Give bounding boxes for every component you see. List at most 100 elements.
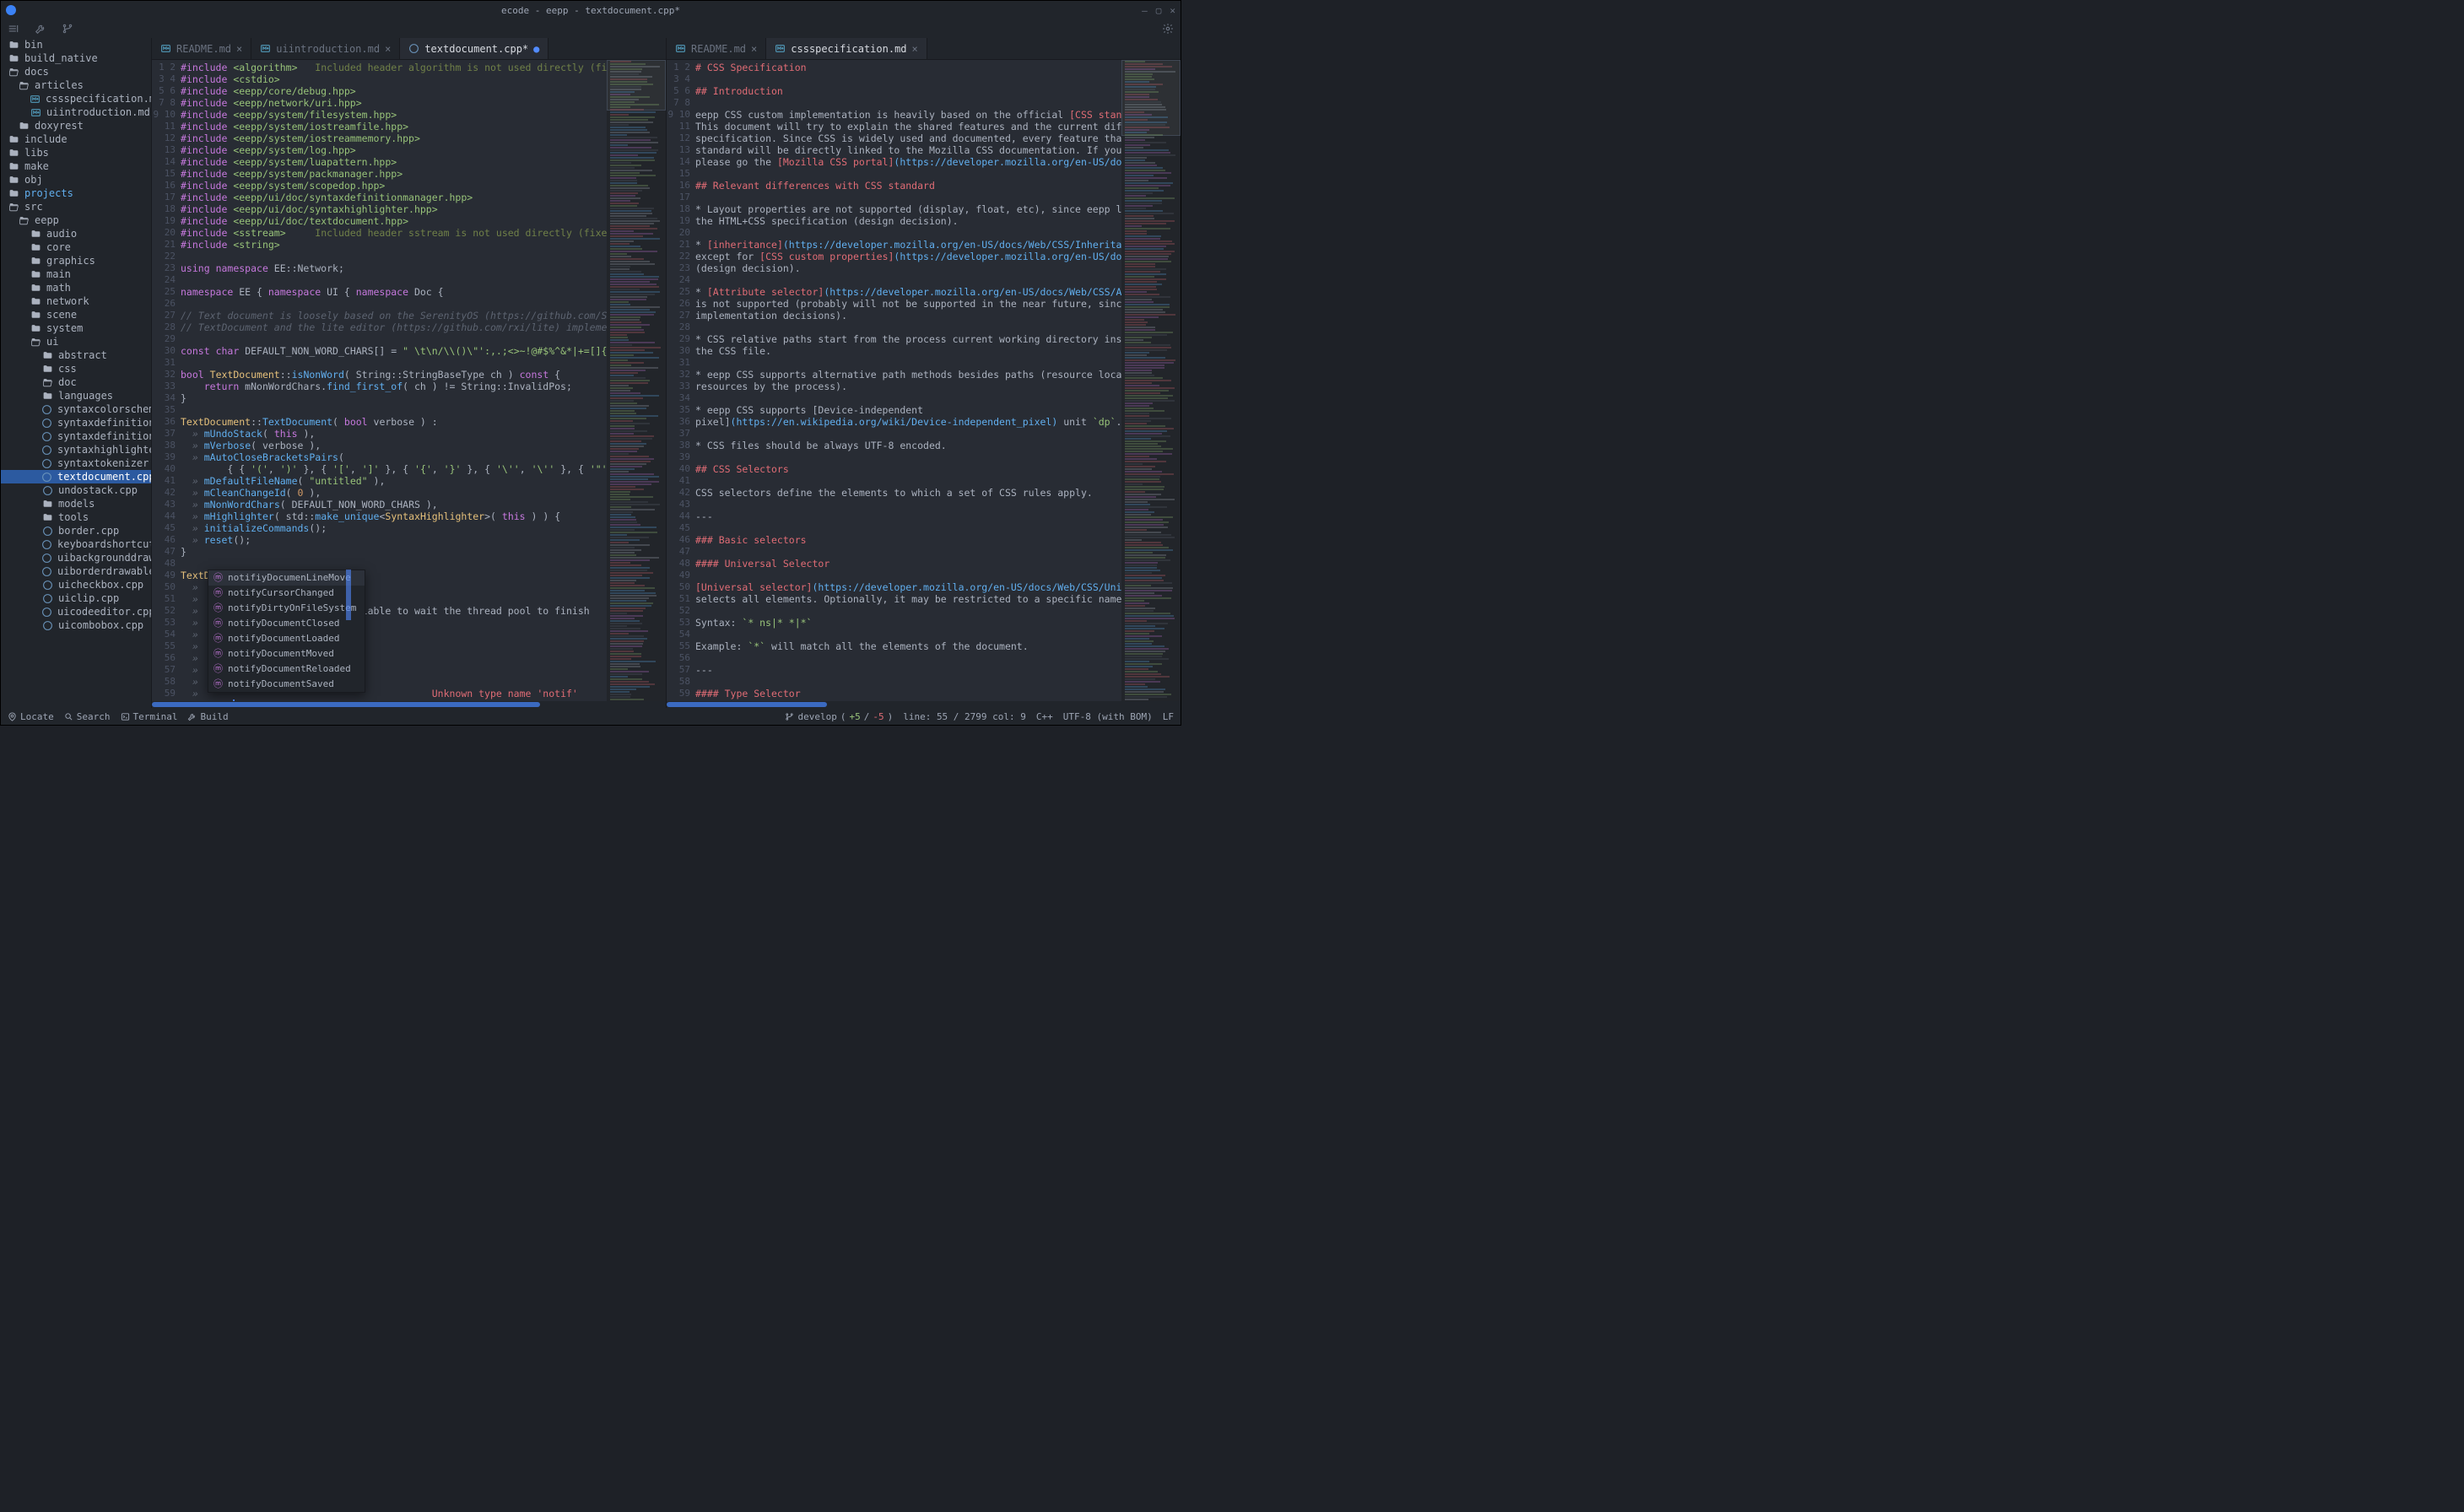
tab-label: README.md: [176, 43, 231, 55]
autocomplete-item[interactable]: ⓜnotifyCursorChanged: [208, 586, 365, 601]
tree-folder[interactable]: models: [1, 497, 151, 510]
tree-folder[interactable]: core: [1, 240, 151, 254]
autocomplete-popup[interactable]: ⓜnotifiyDocumenLineMoveⓜnotifyCursorChan…: [208, 570, 365, 693]
autocomplete-item[interactable]: ⓜnotifyDirtyOnFileSystem: [208, 601, 365, 616]
right-minimap[interactable]: [1121, 60, 1181, 701]
tab[interactable]: README.md×: [667, 38, 766, 59]
tab[interactable]: cssspecification.md×: [766, 38, 927, 59]
close-icon[interactable]: ✕: [1170, 5, 1175, 16]
markdown-file-icon: [30, 94, 41, 105]
tree-folder[interactable]: bin: [1, 38, 151, 51]
right-code[interactable]: # CSS Specification ## Introduction eepp…: [695, 60, 1121, 701]
left-minimap[interactable]: [607, 60, 666, 701]
tree-folder[interactable]: system: [1, 321, 151, 335]
search-button[interactable]: Search: [64, 711, 111, 722]
tab[interactable]: uiintroduction.md×: [251, 38, 400, 59]
tab-close-icon[interactable]: ×: [236, 43, 242, 55]
tree-folder[interactable]: math: [1, 281, 151, 294]
tree-item-label: build_native: [24, 52, 98, 64]
tab[interactable]: textdocument.cpp*●: [400, 38, 548, 59]
tree-file[interactable]: textdocument.cpp: [1, 470, 151, 483]
terminal-button[interactable]: Terminal: [121, 711, 178, 722]
git-branch-status[interactable]: develop (+5 / -5): [785, 711, 893, 722]
tree-file[interactable]: syntaxdefinition.cpp: [1, 416, 151, 429]
tree-file[interactable]: uiclip.cpp: [1, 591, 151, 605]
tree-folder[interactable]: make: [1, 159, 151, 173]
tree-file[interactable]: syntaxtokenizer.cpp: [1, 456, 151, 470]
hscroll-thumb[interactable]: [152, 702, 540, 707]
autocomplete-scrollbar[interactable]: [346, 570, 351, 620]
tree-file[interactable]: uicodeeditor.cpp: [1, 605, 151, 618]
tree-file[interactable]: syntaxcolorscheme.cpp: [1, 402, 151, 416]
tree-file[interactable]: uicheckbox.cpp: [1, 578, 151, 591]
gear-icon[interactable]: [1162, 23, 1174, 35]
tree-item-label: make: [24, 160, 49, 172]
tree-folder[interactable]: include: [1, 132, 151, 146]
tree-file[interactable]: cssspecification.md: [1, 92, 151, 105]
tree-item-label: border.cpp: [58, 525, 119, 537]
tree-folder[interactable]: tools: [1, 510, 151, 524]
tree-file[interactable]: border.cpp: [1, 524, 151, 537]
tree-folder[interactable]: ui: [1, 335, 151, 348]
encoding[interactable]: UTF-8 (with BOM): [1063, 711, 1153, 722]
left-hscroll[interactable]: [152, 701, 666, 708]
tree-folder[interactable]: graphics: [1, 254, 151, 267]
tree-folder[interactable]: build_native: [1, 51, 151, 65]
autocomplete-item[interactable]: ⓜnotifyDocumentSaved: [208, 677, 365, 692]
tree-file[interactable]: keyboardshortcut.cpp: [1, 537, 151, 551]
tree-folder[interactable]: languages: [1, 389, 151, 402]
hscroll-thumb[interactable]: [667, 702, 827, 707]
autocomplete-item[interactable]: ⓜnotifiyDocumenLineMove: [208, 570, 365, 586]
tab-close-icon[interactable]: ×: [751, 43, 757, 55]
tab[interactable]: README.md ×: [152, 38, 251, 59]
menu-icon[interactable]: [8, 23, 19, 35]
tree-folder[interactable]: projects: [1, 186, 151, 200]
build-button[interactable]: Build: [187, 711, 228, 722]
autocomplete-item[interactable]: ⓜnotifyDocumentMoved: [208, 646, 365, 662]
autocomplete-item[interactable]: ⓜnotifyDocumentReloaded: [208, 662, 365, 677]
minimize-icon[interactable]: —: [1142, 5, 1148, 16]
tree-folder[interactable]: main: [1, 267, 151, 281]
tab-close-icon[interactable]: ×: [385, 43, 391, 55]
language-mode[interactable]: C++: [1036, 711, 1053, 722]
tree-folder[interactable]: src: [1, 200, 151, 213]
tree-folder[interactable]: libs: [1, 146, 151, 159]
tree-folder[interactable]: doc: [1, 375, 151, 389]
tree-folder[interactable]: obj: [1, 173, 151, 186]
left-code[interactable]: #include <algorithm> Included header alg…: [181, 60, 607, 701]
folder-open-icon: [8, 67, 19, 78]
tree-item-label: keyboardshortcut.cpp: [57, 538, 151, 550]
tree-file[interactable]: uibackgrounddrawable.c: [1, 551, 151, 564]
tree-folder[interactable]: network: [1, 294, 151, 308]
tree-item-label: eepp: [35, 214, 59, 226]
maximize-icon[interactable]: ▢: [1156, 5, 1162, 16]
branch-icon[interactable]: [62, 23, 73, 35]
markdown-file-icon: [260, 43, 271, 54]
tree-file[interactable]: undostack.cpp: [1, 483, 151, 497]
line-ending[interactable]: LF: [1163, 711, 1174, 722]
autocomplete-item[interactable]: ⓜnotifyDocumentClosed: [208, 616, 365, 631]
tree-folder[interactable]: docs: [1, 65, 151, 78]
file-tree[interactable]: binbuild_nativedocsarticlescssspecificat…: [1, 38, 151, 708]
tree-folder[interactable]: scene: [1, 308, 151, 321]
right-hscroll[interactable]: [667, 701, 1181, 708]
cursor-position[interactable]: line: 55 / 2799 col: 9: [903, 711, 1026, 722]
wrench-icon[interactable]: [35, 23, 46, 35]
autocomplete-item[interactable]: ⓜnotifyDocumentLoaded: [208, 631, 365, 646]
tree-folder[interactable]: eepp: [1, 213, 151, 227]
tree-file[interactable]: syntaxdefinitionmanage: [1, 429, 151, 443]
tree-folder[interactable]: audio: [1, 227, 151, 240]
cpp-file-icon: [41, 553, 52, 564]
tree-folder[interactable]: css: [1, 362, 151, 375]
tree-file[interactable]: syntaxhighlighter.cpp: [1, 443, 151, 456]
tree-folder[interactable]: abstract: [1, 348, 151, 362]
tree-folder[interactable]: articles: [1, 78, 151, 92]
tab-close-icon[interactable]: ×: [912, 43, 918, 55]
minimap-viewport[interactable]: [607, 60, 666, 111]
tree-folder[interactable]: doxyrest: [1, 119, 151, 132]
tree-file[interactable]: uiintroduction.md: [1, 105, 151, 119]
locate-button[interactable]: Locate: [8, 711, 54, 722]
tree-file[interactable]: uicombobox.cpp: [1, 618, 151, 632]
cpp-file-icon: [41, 526, 53, 537]
tree-file[interactable]: uiborderdrawable.cpp: [1, 564, 151, 578]
